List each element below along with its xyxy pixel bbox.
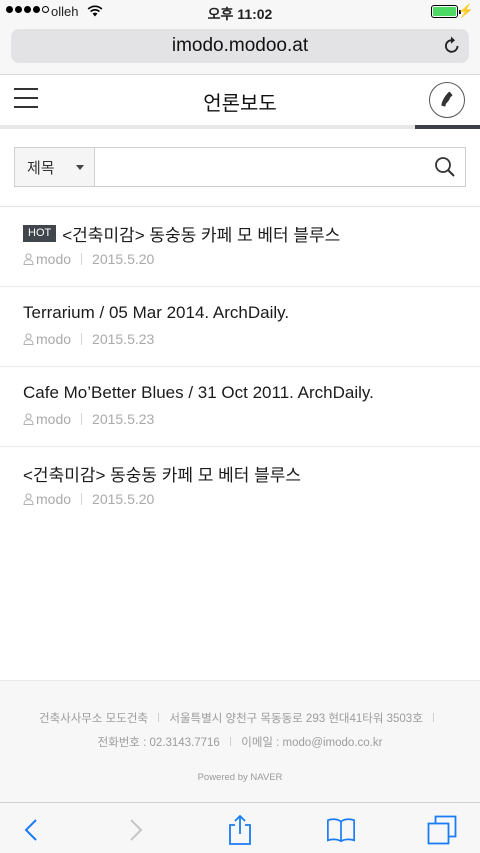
footer-address: 서울특별시 양천구 목동동로 293 현대41타워 3503호 <box>169 713 423 725</box>
tabs-icon <box>427 815 457 845</box>
footer-company: 건축사사무소 모도건축 <box>38 713 148 725</box>
article-author: modo <box>36 331 72 347</box>
search-icon <box>435 157 455 177</box>
share-button[interactable] <box>225 814 255 845</box>
footer-divider <box>230 737 232 746</box>
user-icon <box>23 493 34 505</box>
article-list: HOT <건축미감> 동숭동 카페 모 베터 블루스 modo 2015.5.2… <box>0 207 480 527</box>
hot-badge: HOT <box>23 224 57 242</box>
footer-phone: 전화번호 : 02.3143.7716 <box>97 737 220 749</box>
user-icon <box>23 333 34 345</box>
page-header: 언론보도 <box>0 74 480 125</box>
search-button[interactable] <box>425 148 465 186</box>
caret-down-icon <box>76 165 84 170</box>
footer-divider <box>158 713 160 722</box>
powered-by-link[interactable]: Powered by NAVER <box>0 772 480 783</box>
list-item[interactable]: HOT <건축미감> 동숭동 카페 모 베터 블루스 modo 2015.5.2… <box>0 207 480 287</box>
address-bar[interactable]: imodo.modoo.at <box>11 29 469 63</box>
article-author: modo <box>36 411 72 427</box>
footer-line: 건축사사무소 모도건축 서울특별시 양천구 목동동로 293 현대41타워 35… <box>0 710 480 726</box>
article-date: 2015.5.23 <box>92 331 155 347</box>
browser-toolbar <box>0 802 480 853</box>
meta-divider <box>81 253 83 265</box>
battery-icon <box>431 5 461 18</box>
tabs-button[interactable] <box>427 815 457 845</box>
user-icon <box>23 413 34 425</box>
forward-button[interactable] <box>121 815 151 845</box>
search-field-label: 제목 <box>27 158 55 177</box>
page-title: 언론보도 <box>203 91 277 115</box>
article-meta: modo 2015.5.20 <box>23 491 480 507</box>
article-title[interactable]: Terrarium / 05 Mar 2014. ArchDaily. <box>23 301 480 325</box>
article-date: 2015.5.20 <box>92 251 155 267</box>
bookmarks-button[interactable] <box>326 815 356 845</box>
chevron-left-icon <box>24 819 37 841</box>
search-input[interactable] <box>95 148 425 186</box>
meta-divider <box>81 333 83 345</box>
browser-address-area: imodo.modoo.at <box>0 24 480 74</box>
article-title-text[interactable]: <건축미감> 동숭동 카페 모 베터 블루스 <box>62 221 340 246</box>
article-meta: modo 2015.5.23 <box>23 411 480 427</box>
charging-icon: ⚡ <box>457 3 474 18</box>
status-time: 오후 11:02 <box>207 6 273 22</box>
footer-email: 이메일 : modo@imodo.co.kr <box>241 737 383 749</box>
search-box: 제목 <box>14 147 466 187</box>
back-button[interactable] <box>16 815 46 845</box>
meta-divider <box>81 413 83 425</box>
meta-divider <box>81 493 83 505</box>
book-icon <box>327 818 355 843</box>
user-icon <box>23 253 34 265</box>
page-footer: 건축사사무소 모도건축 서울특별시 양천구 목동동로 293 현대41타워 35… <box>0 680 480 802</box>
url-text[interactable]: imodo.modoo.at <box>11 35 469 57</box>
footer-divider <box>433 713 434 722</box>
share-icon <box>229 814 251 845</box>
search-area: 제목 <box>0 129 480 207</box>
call-button[interactable] <box>429 82 465 118</box>
list-item[interactable]: Terrarium / 05 Mar 2014. ArchDaily. modo… <box>0 287 480 367</box>
status-bar: olleh 오후 11:02 ⚡ <box>0 0 480 24</box>
article-meta: modo 2015.5.23 <box>23 331 480 347</box>
article-date: 2015.5.23 <box>92 411 155 427</box>
article-date: 2015.5.20 <box>92 491 155 507</box>
footer-line: 전화번호 : 02.3143.7716 이메일 : modo@imodo.co.… <box>0 734 480 750</box>
article-author: modo <box>36 251 72 267</box>
article-meta: modo 2015.5.20 <box>23 251 480 267</box>
article-title[interactable]: <건축미감> 동숭동 카페 모 베터 블루스 <box>23 461 480 485</box>
chevron-right-icon <box>130 819 143 841</box>
list-item[interactable]: Cafe Mo’Better Blues / 31 Oct 2011. Arch… <box>0 367 480 447</box>
article-author: modo <box>36 491 72 507</box>
phone-icon <box>441 91 453 107</box>
search-field-select[interactable]: 제목 <box>15 148 95 186</box>
list-item[interactable]: <건축미감> 동숭동 카페 모 베터 블루스 modo 2015.5.20 <box>0 447 480 527</box>
article-title[interactable]: Cafe Mo’Better Blues / 31 Oct 2011. Arch… <box>23 381 480 405</box>
article-title[interactable]: HOT <건축미감> 동숭동 카페 모 베터 블루스 <box>23 221 480 245</box>
reload-icon[interactable] <box>443 35 461 55</box>
